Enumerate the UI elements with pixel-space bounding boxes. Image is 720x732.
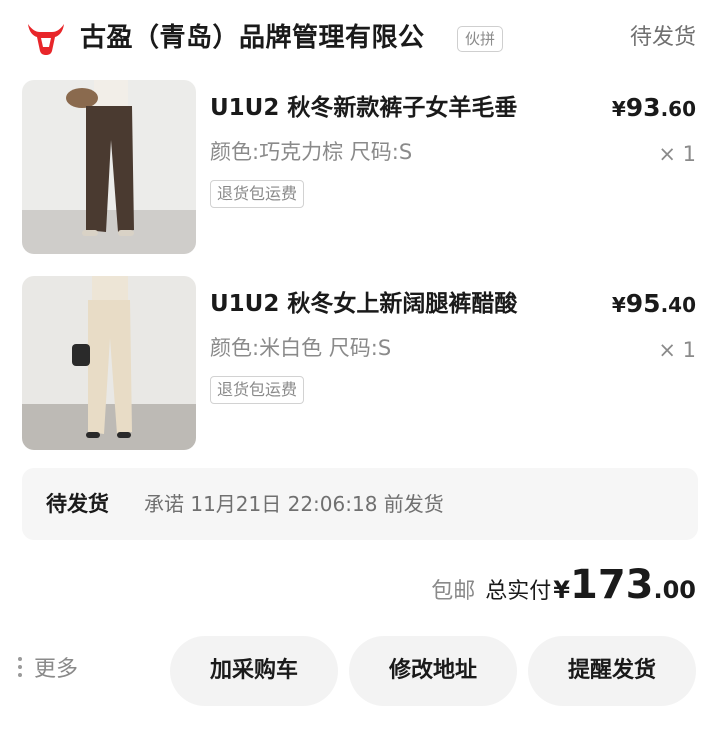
shipping-promise: 承诺 11月21日 22:06:18 前发货 <box>144 492 444 516</box>
item-price: ¥93.60 <box>612 90 696 129</box>
price-integer: 93 <box>625 93 661 122</box>
price-currency: ¥ <box>611 293 626 317</box>
item-spec: 颜色:米白色 尺码:S <box>210 336 392 360</box>
total-integer: 173 <box>569 562 654 608</box>
item-price: ¥95.40 <box>612 286 696 325</box>
price-decimal: .40 <box>660 293 696 317</box>
more-label: 更多 <box>34 657 79 682</box>
product-image[interactable] <box>22 80 196 254</box>
free-shipping-label: 包邮 <box>431 579 476 604</box>
total-currency: ¥ <box>553 576 570 604</box>
price-decimal: .60 <box>660 97 696 121</box>
remind-ship-button[interactable]: 提醒发货 <box>528 636 696 706</box>
bull-head-icon[interactable] <box>26 20 66 56</box>
shop-header: 古盈（青岛）品牌管理有限公 伙拼 待发货 <box>0 0 720 76</box>
total-label: 总实付 <box>485 579 552 604</box>
item-title[interactable]: U1U2 秋冬女上新阔腿裤醋酸 <box>210 286 517 322</box>
item-quantity: × 1 <box>658 142 696 166</box>
price-currency: ¥ <box>611 97 626 121</box>
more-button[interactable]: 更多 <box>18 652 78 688</box>
item-spec: 颜色:巧克力棕 尺码:S <box>210 140 413 164</box>
product-image[interactable] <box>22 276 196 450</box>
modify-address-button[interactable]: 修改地址 <box>349 636 517 706</box>
item-quantity: × 1 <box>658 338 696 362</box>
shipping-status: 待发货 <box>46 492 109 516</box>
more-dots-icon <box>18 657 24 679</box>
order-total: 包邮 总实付¥173.00 <box>431 562 696 612</box>
add-to-purchase-cart-button[interactable]: 加采购车 <box>170 636 338 706</box>
huopin-badge: 伙拼 <box>457 26 504 52</box>
price-integer: 95 <box>625 289 661 318</box>
item-title[interactable]: U1U2 秋冬新款裤子女羊毛垂 <box>210 90 517 126</box>
order-item[interactable]: U1U2 秋冬女上新阔腿裤醋酸 颜色:米白色 尺码:S 退货包运费 ¥95.40… <box>0 276 720 452</box>
total-decimal: .00 <box>653 576 696 604</box>
return-shipping-tag: 退货包运费 <box>210 376 305 404</box>
order-status: 待发货 <box>629 25 696 50</box>
shop-name[interactable]: 古盈（青岛）品牌管理有限公 <box>80 18 425 58</box>
order-item[interactable]: U1U2 秋冬新款裤子女羊毛垂 颜色:巧克力棕 尺码:S 退货包运费 ¥93.6… <box>0 80 720 256</box>
return-shipping-tag: 退货包运费 <box>210 180 305 208</box>
shipping-info-box[interactable]: 待发货 承诺 11月21日 22:06:18 前发货 <box>22 468 698 540</box>
